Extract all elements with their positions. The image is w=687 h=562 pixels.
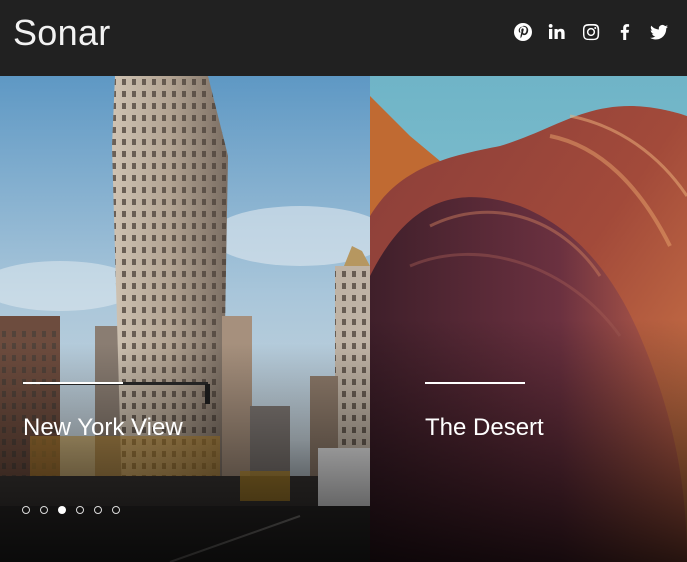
pagination-dot[interactable] [76, 506, 84, 514]
slide-title[interactable]: The Desert [425, 414, 544, 442]
slide-title[interactable]: New York View [23, 414, 183, 442]
facebook-icon[interactable] [615, 22, 635, 42]
brand-logo[interactable]: Sonar [13, 12, 111, 54]
caption-divider [23, 382, 123, 384]
pinterest-icon[interactable] [513, 22, 533, 42]
desert-photo [370, 76, 687, 562]
social-links [513, 22, 669, 42]
twitter-icon[interactable] [649, 22, 669, 42]
linkedin-icon[interactable] [547, 22, 567, 42]
instagram-icon[interactable] [581, 22, 601, 42]
new-york-photo [0, 76, 370, 562]
site-header: Sonar [0, 0, 687, 76]
pagination-dot[interactable] [40, 506, 48, 514]
pagination-dot[interactable] [22, 506, 30, 514]
pagination-dot[interactable] [94, 506, 102, 514]
caption-divider [425, 382, 525, 384]
slider-pagination [22, 506, 120, 514]
hero-slider: New York View The Desert [0, 76, 687, 562]
pagination-dot[interactable] [58, 506, 66, 514]
pagination-dot[interactable] [112, 506, 120, 514]
slide-new-york[interactable]: New York View [0, 76, 370, 562]
slide-desert[interactable]: The Desert [370, 76, 687, 562]
